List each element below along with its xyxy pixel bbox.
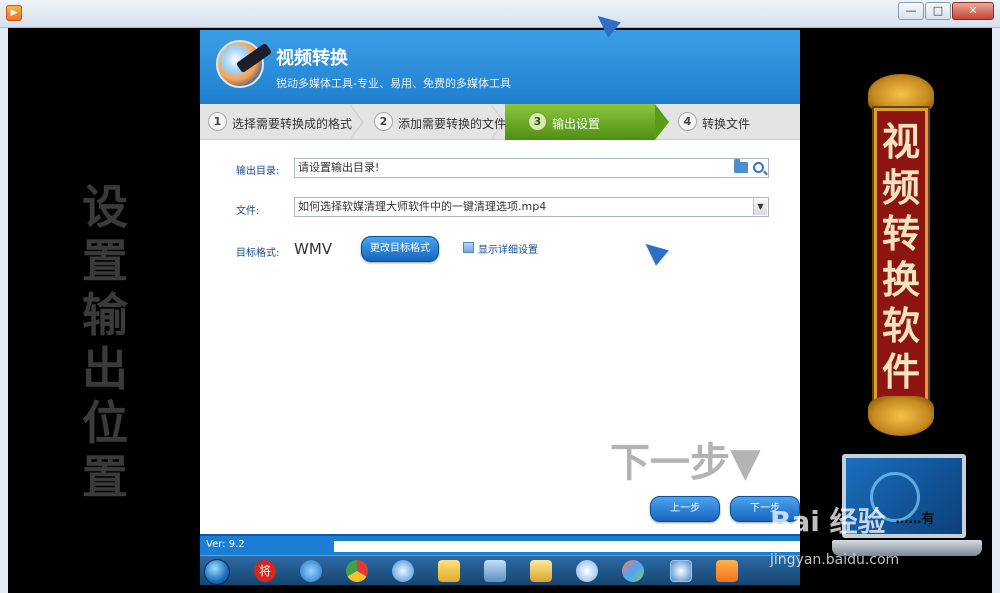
maximize-button[interactable]: □ (925, 2, 951, 20)
paint-icon[interactable] (622, 560, 644, 582)
search-icon[interactable] (753, 162, 764, 173)
folder-icon[interactable] (734, 159, 748, 173)
prev-button[interactable]: 上一步 (650, 496, 720, 522)
file-select-value: 如何选择软媒清理大师软件中的一键清理选项.mp4 (298, 200, 547, 213)
step-number: 4 (678, 112, 697, 131)
step-label: 选择需要转换成的格式 (232, 117, 353, 131)
step-label: 输出设置 (552, 117, 601, 131)
close-button[interactable]: ✕ (952, 2, 994, 20)
progress-bar (334, 541, 800, 552)
step-label: 转换文件 (702, 117, 751, 131)
chevron-down-icon[interactable]: ▼ (753, 199, 767, 215)
app-header: 视频转换 锐动多媒体工具-专业、易用、免费的多媒体工具 (200, 30, 800, 104)
status-bar: Ver: 9.2 (200, 534, 800, 555)
step-2[interactable]: 2 添加需要转换的文件 (366, 104, 506, 140)
step-number: 3 (528, 112, 547, 131)
folder-app-icon[interactable] (438, 560, 460, 582)
step-3[interactable]: 3 输出设置 (520, 104, 660, 140)
video-converter-window: 视频转换 锐动多媒体工具-专业、易用、免费的多媒体工具 1 选择需要转换成的格式… (200, 30, 800, 555)
banner-ornament-bottom (868, 396, 934, 436)
side-caption: 设置输出位置 (82, 180, 128, 504)
player-titlebar: ▶ — □ ✕ (0, 0, 1000, 28)
app2-icon[interactable] (576, 560, 598, 582)
change-format-button[interactable]: 更改目标格式 (361, 236, 439, 262)
step-1[interactable]: 1 选择需要转换成的格式 (200, 104, 353, 140)
step-number: 2 (374, 112, 393, 131)
ie-icon[interactable] (300, 560, 322, 582)
window-frame-left (0, 28, 8, 593)
taskbar: 将 (200, 555, 800, 585)
target-format-value: WMV (294, 240, 333, 258)
title-banner: 视频转换软件 (866, 74, 936, 436)
file-label: 文件: (236, 206, 260, 217)
window-controls: — □ ✕ (897, 2, 994, 20)
wizard-steps: 1 选择需要转换成的格式 2 添加需要转换的文件 3 输出设置 4 转换文件 (200, 104, 800, 140)
explorer-icon[interactable] (530, 560, 552, 582)
step-number: 1 (208, 112, 227, 131)
media-icon[interactable] (670, 560, 692, 582)
output-dir-value: 请设置输出目录! (298, 161, 380, 174)
version-text: Ver: 9.2 (206, 539, 245, 550)
banner-body: 视频转换软件 (874, 108, 928, 402)
show-details-label: 显示详细设置 (478, 245, 538, 256)
minimize-button[interactable]: — (898, 2, 924, 20)
file-select[interactable]: 如何选择软媒清理大师软件中的一键清理选项.mp4 ▼ (294, 197, 769, 217)
step-4[interactable]: 4 转换文件 (670, 104, 800, 140)
start-orb-icon[interactable] (204, 559, 230, 585)
player-icon[interactable] (716, 560, 738, 582)
player-app-icon: ▶ (6, 5, 22, 21)
step-label: 添加需要转换的文件 (398, 117, 507, 131)
watermark-logo: Bai 经验 (770, 505, 886, 538)
show-details-checkbox[interactable] (463, 242, 474, 253)
next-step-hint: 下一步▼ (610, 439, 761, 486)
chrome-icon[interactable] (346, 560, 368, 582)
network-icon[interactable] (484, 560, 506, 582)
app-taskbar-icon[interactable]: 将 (254, 560, 276, 582)
window-frame-right (992, 28, 1000, 593)
app-title: 视频转换 (276, 48, 348, 69)
app-subtitle: 锐动多媒体工具-专业、易用、免费的多媒体工具 (276, 77, 511, 90)
app-icon[interactable] (392, 560, 414, 582)
target-format-label: 目标格式: (236, 248, 280, 259)
output-dir-input[interactable]: 请设置输出目录! (294, 158, 769, 178)
watermark-url: jingyan.baidu.com (770, 552, 900, 568)
banner-text: 视频转换软件 (881, 119, 920, 394)
output-dir-label: 输出目录: (236, 166, 280, 177)
